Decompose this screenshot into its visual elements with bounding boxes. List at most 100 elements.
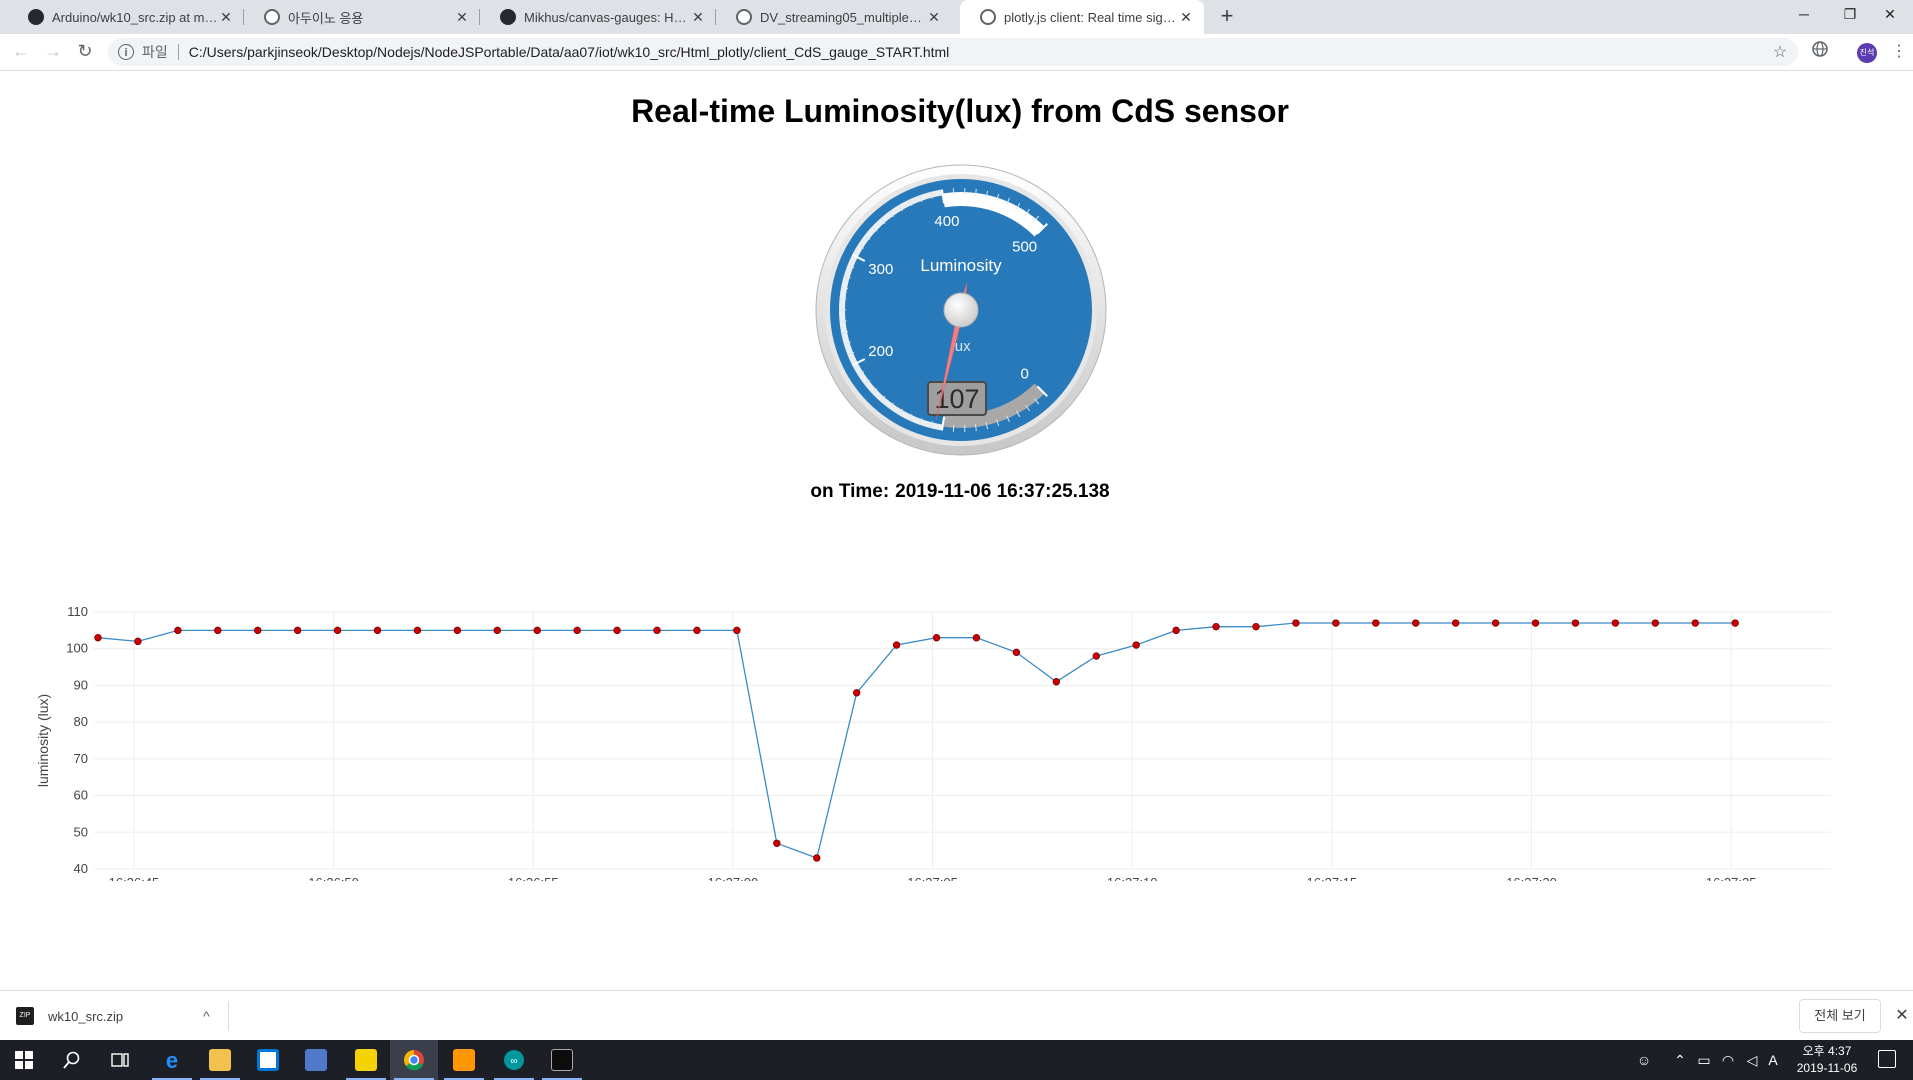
arduino-icon[interactable]: ∞ (490, 1040, 538, 1080)
chart-y-tick-label: 80 (74, 714, 88, 729)
windows-start-icon[interactable] (0, 1040, 48, 1080)
chart-x-tick-labels: 16:36:45Nov 6, 201916:36:5016:36:5516:37… (109, 875, 1757, 881)
page-content: Real-time Luminosity(lux) from CdS senso… (0, 71, 1913, 1053)
profile-avatar[interactable]: 진석 (1857, 43, 1877, 63)
tab-canvas-gauges[interactable]: Mikhus/canvas-gauges: HTML5 ✕ (480, 0, 716, 34)
show-all-button[interactable]: 전체 보기 (1799, 999, 1881, 1033)
tab-arduino-apply[interactable]: 아두이노 응용 ✕ (244, 0, 480, 34)
battery-icon[interactable]: ▭ (1694, 1040, 1714, 1080)
tab-title: Arduino/wk10_src.zip at master (52, 9, 218, 25)
tab-title: DV_streaming05_multiple_axis_S (760, 9, 926, 25)
chart-data-point (1571, 619, 1580, 627)
download-shelf: ZIP wk10_src.zip ^ 전체 보기 ✕ (0, 990, 1913, 1041)
address-url[interactable]: C:/Users/parkjinseok/Desktop/Nodejs/Node… (189, 44, 1770, 60)
timestamp-line: on Time: 2019-11-06 16:37:25.138 (0, 481, 1913, 503)
chart-y-tick-label: 90 (74, 677, 88, 692)
translate-globe-icon[interactable] (1808, 40, 1832, 64)
tab-github-arduino[interactable]: Arduino/wk10_src.zip at master ✕ (8, 0, 244, 34)
chart-data-point (1611, 619, 1620, 627)
edge-icon[interactable]: e (148, 1040, 196, 1080)
chart-data-point (1132, 641, 1140, 649)
shelf-divider (228, 1001, 229, 1031)
luminosity-gauge: 0100200300400500 Luminosity lux 107 (815, 164, 1107, 456)
tab-close-icon[interactable]: ✕ (218, 9, 234, 26)
gauge-tick (839, 298, 847, 300)
globe-icon (980, 9, 996, 25)
chart-data-point (254, 626, 262, 635)
chart-x-tick-label: 16:36:45 (109, 875, 160, 881)
chart-y-axis-label: luminosity (lux) (35, 694, 51, 787)
zip-file-icon: ZIP (16, 1007, 34, 1025)
chart-data-point (293, 626, 302, 635)
address-bar[interactable]: i 파일 C:/Users/parkjinseok/Desktop/Nodejs… (108, 38, 1798, 66)
gauge-tick-label: 300 (868, 261, 893, 278)
chart-data-point (1412, 619, 1420, 627)
tab-dv-streaming[interactable]: DV_streaming05_multiple_axis_S ✕ (716, 0, 952, 34)
back-button[interactable]: ← (6, 36, 36, 66)
file-explorer-icon[interactable] (196, 1040, 244, 1080)
forward-button[interactable]: → (38, 36, 68, 66)
chart-x-tick-label: 16:37:25 (1706, 875, 1757, 881)
chart-x-tick-label: 16:37:05 (907, 875, 958, 881)
task-view-icon[interactable] (96, 1040, 144, 1080)
kakaotalk-icon[interactable] (342, 1040, 390, 1080)
ime-indicator[interactable]: A (1764, 1040, 1782, 1080)
reload-button[interactable]: ↻ (70, 36, 100, 66)
windows-taskbar: e ∞ ☺ ⌃ ▭ ◠ ◁ A 오후 4:37 2019-11-06 (0, 1040, 1913, 1080)
chart-data-point (413, 626, 422, 635)
chart-y-tick-labels: 40 50 60 70 80 90 100 110 (66, 604, 88, 876)
close-shelf-icon[interactable]: ✕ (1893, 1005, 1911, 1025)
chart-data-point (214, 626, 222, 635)
luminosity-line-chart[interactable]: 405060708090100110 16:36:45Nov 6, 201916… (0, 601, 1913, 881)
tab-strip: Arduino/wk10_src.zip at master ✕ 아두이노 응용… (0, 0, 1913, 34)
time-value: 2019-11-06 16:37:25.138 (895, 481, 1110, 502)
chrome-menu-icon[interactable]: ⋮ (1887, 40, 1911, 64)
close-window-button[interactable]: ✕ (1867, 0, 1913, 30)
chart-data-point (1651, 619, 1660, 627)
chrome-icon[interactable] (390, 1040, 438, 1080)
chart-y-tick-label: 100 (66, 641, 88, 656)
github-icon (28, 9, 44, 25)
chart-data-point (1531, 619, 1540, 627)
chart-data-point (1491, 619, 1500, 627)
app-icon[interactable] (292, 1040, 340, 1080)
minimize-button[interactable]: ─ (1781, 0, 1827, 30)
chart-data-point (1212, 622, 1220, 631)
chart-data-point (573, 626, 581, 635)
tab-close-icon[interactable]: ✕ (926, 9, 942, 26)
terminal-icon[interactable] (538, 1040, 586, 1080)
tab-plotly-client[interactable]: plotly.js client: Real time signals ✕ (960, 0, 1204, 34)
notification-icon[interactable] (1878, 1050, 1896, 1068)
tab-close-icon[interactable]: ✕ (690, 9, 706, 26)
gauge-title: Luminosity (920, 256, 1002, 275)
download-item[interactable]: ZIP wk10_src.zip ^ (16, 1001, 210, 1031)
browser-toolbar: ← → ↻ i 파일 C:/Users/parkjinseok/Desktop/… (0, 34, 1913, 71)
people-icon[interactable]: ☺ (1632, 1040, 1656, 1080)
chart-data-point (932, 634, 941, 642)
chart-gridlines (94, 611, 1831, 870)
chart-data-point (333, 626, 342, 635)
bookmark-star-icon[interactable]: ☆ (1770, 42, 1790, 62)
sublime-text-icon[interactable] (440, 1040, 488, 1080)
wifi-icon[interactable]: ◠ (1718, 1040, 1738, 1080)
chart-data-point (653, 626, 661, 635)
gauge-hub (943, 292, 979, 328)
github-icon (500, 9, 516, 25)
site-info-icon[interactable]: i (118, 44, 134, 60)
address-divider (177, 44, 179, 60)
new-tab-button[interactable]: + (1214, 0, 1240, 34)
search-icon[interactable] (48, 1040, 96, 1080)
chart-y-tick-label: 110 (67, 604, 88, 619)
chart-data-point (1292, 619, 1300, 627)
system-clock[interactable]: 오후 4:37 2019-11-06 (1782, 1043, 1872, 1077)
chevron-up-icon[interactable]: ⌃ (1670, 1040, 1690, 1080)
chevron-up-icon[interactable]: ^ (203, 1008, 210, 1024)
tab-close-icon[interactable]: ✕ (1178, 9, 1194, 26)
tab-close-icon[interactable]: ✕ (454, 9, 470, 26)
store-icon[interactable] (244, 1040, 292, 1080)
svg-text:∞: ∞ (510, 1056, 517, 1067)
chart-data-point (174, 626, 182, 635)
volume-muted-icon[interactable]: ◁ (1742, 1040, 1762, 1080)
chart-data-point (892, 641, 901, 649)
chart-data-point (1451, 619, 1460, 627)
